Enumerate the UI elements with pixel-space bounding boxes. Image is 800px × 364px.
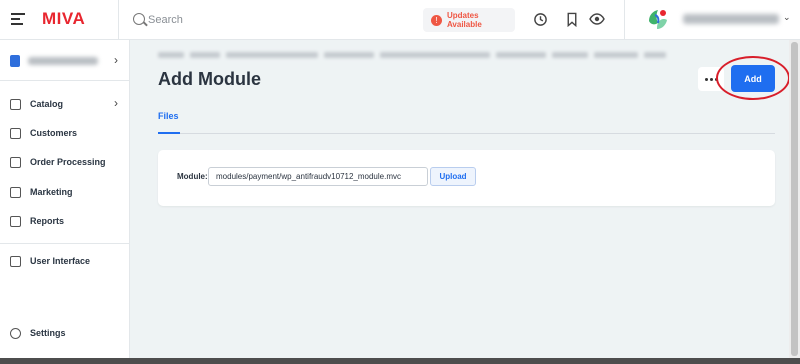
search-icon [133,13,145,25]
divider [0,80,130,81]
user-email-blurred[interactable] [683,14,779,24]
tab-files[interactable]: Files [158,108,180,134]
updates-available-button[interactable]: ! Updates Available [423,8,515,32]
sidebar-item-order-processing[interactable]: Order Processing [10,153,122,171]
sidebar-item-settings[interactable]: Settings [10,324,122,342]
sidebar-item-label: Customers [30,128,78,138]
scrollbar-thumb[interactable] [791,42,798,356]
order-processing-icon [10,156,21,168]
bookmark-icon[interactable] [564,11,580,27]
horizontal-scrollbar[interactable] [0,358,800,364]
breadcrumb-item[interactable] [496,52,546,58]
sidebar-item-label: Catalog [30,99,64,109]
breadcrumb-item[interactable] [190,52,220,58]
eye-icon[interactable] [589,11,605,27]
store-icon [10,55,20,67]
breadcrumb-blurred[interactable] [158,50,770,60]
breadcrumb-item[interactable] [380,52,490,58]
chevron-right-icon: › [114,96,118,110]
chevron-down-icon[interactable]: ⌄ [783,12,791,23]
divider [624,0,625,40]
page-title: Add Module [158,69,261,89]
sidebar-item-reports[interactable]: Reports [10,212,122,230]
upload-button[interactable]: Upload [430,167,476,186]
tab-bar: Files [158,108,775,134]
sidebar-item-label: Order Processing [30,157,106,167]
sidebar-item-customers[interactable]: Customers [10,124,122,142]
add-button[interactable]: Add [731,65,775,92]
divider [118,0,119,40]
sidebar-item-label: User Interface [30,256,91,266]
breadcrumb-item[interactable] [552,52,588,58]
miva-logo[interactable]: MIVA [42,9,85,29]
breadcrumb-item[interactable] [324,52,374,58]
search-input[interactable] [148,10,388,30]
reports-icon [10,215,21,227]
sidebar-item-label: Settings [30,328,66,338]
breadcrumb-item[interactable] [594,52,638,58]
module-field-label: Module: [177,172,208,181]
sidebar-item-user-interface[interactable]: User Interface [10,252,122,270]
breadcrumb-item[interactable] [158,52,184,58]
store-selector[interactable]: › [10,53,120,69]
sidebar: › Catalog › Customers Order Processing M… [0,40,130,358]
store-name-blurred [28,57,98,65]
user-interface-icon [10,255,21,267]
menu-icon[interactable] [11,13,25,25]
breadcrumb-item[interactable] [644,52,666,58]
avatar[interactable] [645,7,671,33]
sidebar-item-label: Reports [30,216,65,226]
catalog-icon [10,98,21,110]
sidebar-item-marketing[interactable]: Marketing [10,183,122,201]
vertical-scrollbar[interactable] [789,40,800,358]
top-bar: MIVA ! Updates Available ⌄ [0,0,800,40]
module-path-input[interactable] [208,167,428,186]
settings-icon [10,327,21,339]
breadcrumb-item[interactable] [226,52,318,58]
module-form-card: Module: Upload [158,150,775,206]
chevron-right-icon: › [114,53,118,67]
history-icon[interactable] [532,11,548,27]
divider [0,243,130,244]
sidebar-item-label: Marketing [30,187,73,197]
more-options-button[interactable] [698,67,724,91]
marketing-icon [10,186,21,198]
sidebar-item-catalog[interactable]: Catalog › [10,95,122,113]
customers-icon [10,127,21,139]
updates-label: Updates Available [446,11,482,29]
alert-icon: ! [431,14,442,26]
